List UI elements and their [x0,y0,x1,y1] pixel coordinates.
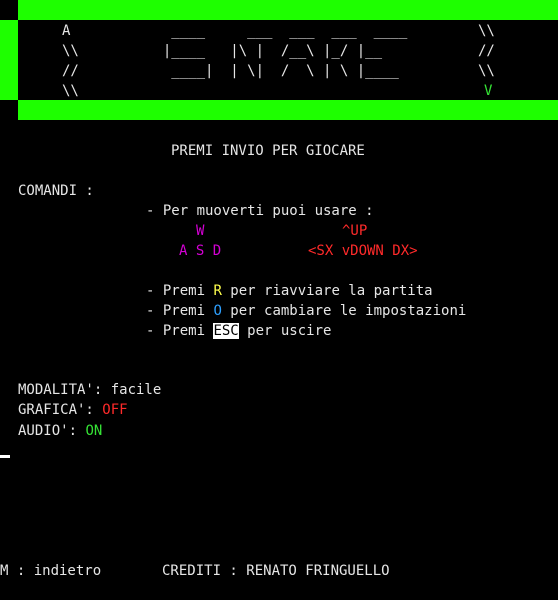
key-up: ^UP [342,223,368,239]
commands-title: COMANDI : [18,183,94,199]
graphics-setting: GRAFICA': OFF [18,400,128,420]
settings-key: O [213,303,222,319]
banner-right-3: V [484,83,493,99]
restart-suffix: per riavviare la partita [221,283,433,299]
banner-left-3: \\ [62,83,79,99]
exit-key: ESC [213,323,239,339]
restart-prefix: - Premi [146,283,214,299]
graphics-value: OFF [102,402,128,418]
banner-right-1: // [478,43,495,59]
exit-prefix: - Premi [146,323,214,339]
settings-suffix: per cambiare le impostazioni [221,303,467,319]
move-intro: - Per muoverti puoi usare : [146,203,374,219]
keys-asd: A S D [179,243,222,259]
keys-arrows: <SX vDOWN DX> [308,243,418,259]
banner-left-2: // [62,63,79,79]
restart-key: R [213,283,222,299]
banner-left-border [0,20,18,100]
exit-line: - Premi ESC per uscire [146,321,331,341]
banner-art-2: ____| | \| / \ | \ |____ [146,63,408,79]
banner-left-1: \\ [62,43,79,59]
exit-suffix: per uscire [238,323,332,339]
start-prompt: PREMI INVIO PER GIOCARE [171,143,365,159]
mode-value: facile [110,382,162,398]
restart-line: - Premi R per riavviare la partita [146,281,433,301]
banner-bottom-border [18,100,558,120]
banner-left-0: A [62,23,79,39]
banner-art-1: |____ |\ | /__\ |_/ |__ [146,43,408,59]
key-w: W [196,223,205,239]
mode-label: MODALITA': [18,382,111,398]
audio-setting: AUDIO': ON [18,421,102,441]
credits: CREDITI : RENATO FRINGUELLO [162,563,390,579]
banner-right-0: \\ [478,23,495,39]
settings-line: - Premi O per cambiare le impostazioni [146,301,466,321]
mode-setting: MODALITA': facile [18,380,161,400]
audio-label: AUDIO': [18,423,86,439]
banner-right-2: \\ [478,63,495,79]
graphics-label: GRAFICA': [18,402,103,418]
terminal-cursor [0,455,10,458]
audio-value: ON [85,423,103,439]
settings-prefix: - Premi [146,303,214,319]
banner-top-border [18,0,558,20]
back-hint: M : indietro [0,563,102,579]
banner-art-0: ____ ___ ___ ___ ____ [146,23,416,39]
